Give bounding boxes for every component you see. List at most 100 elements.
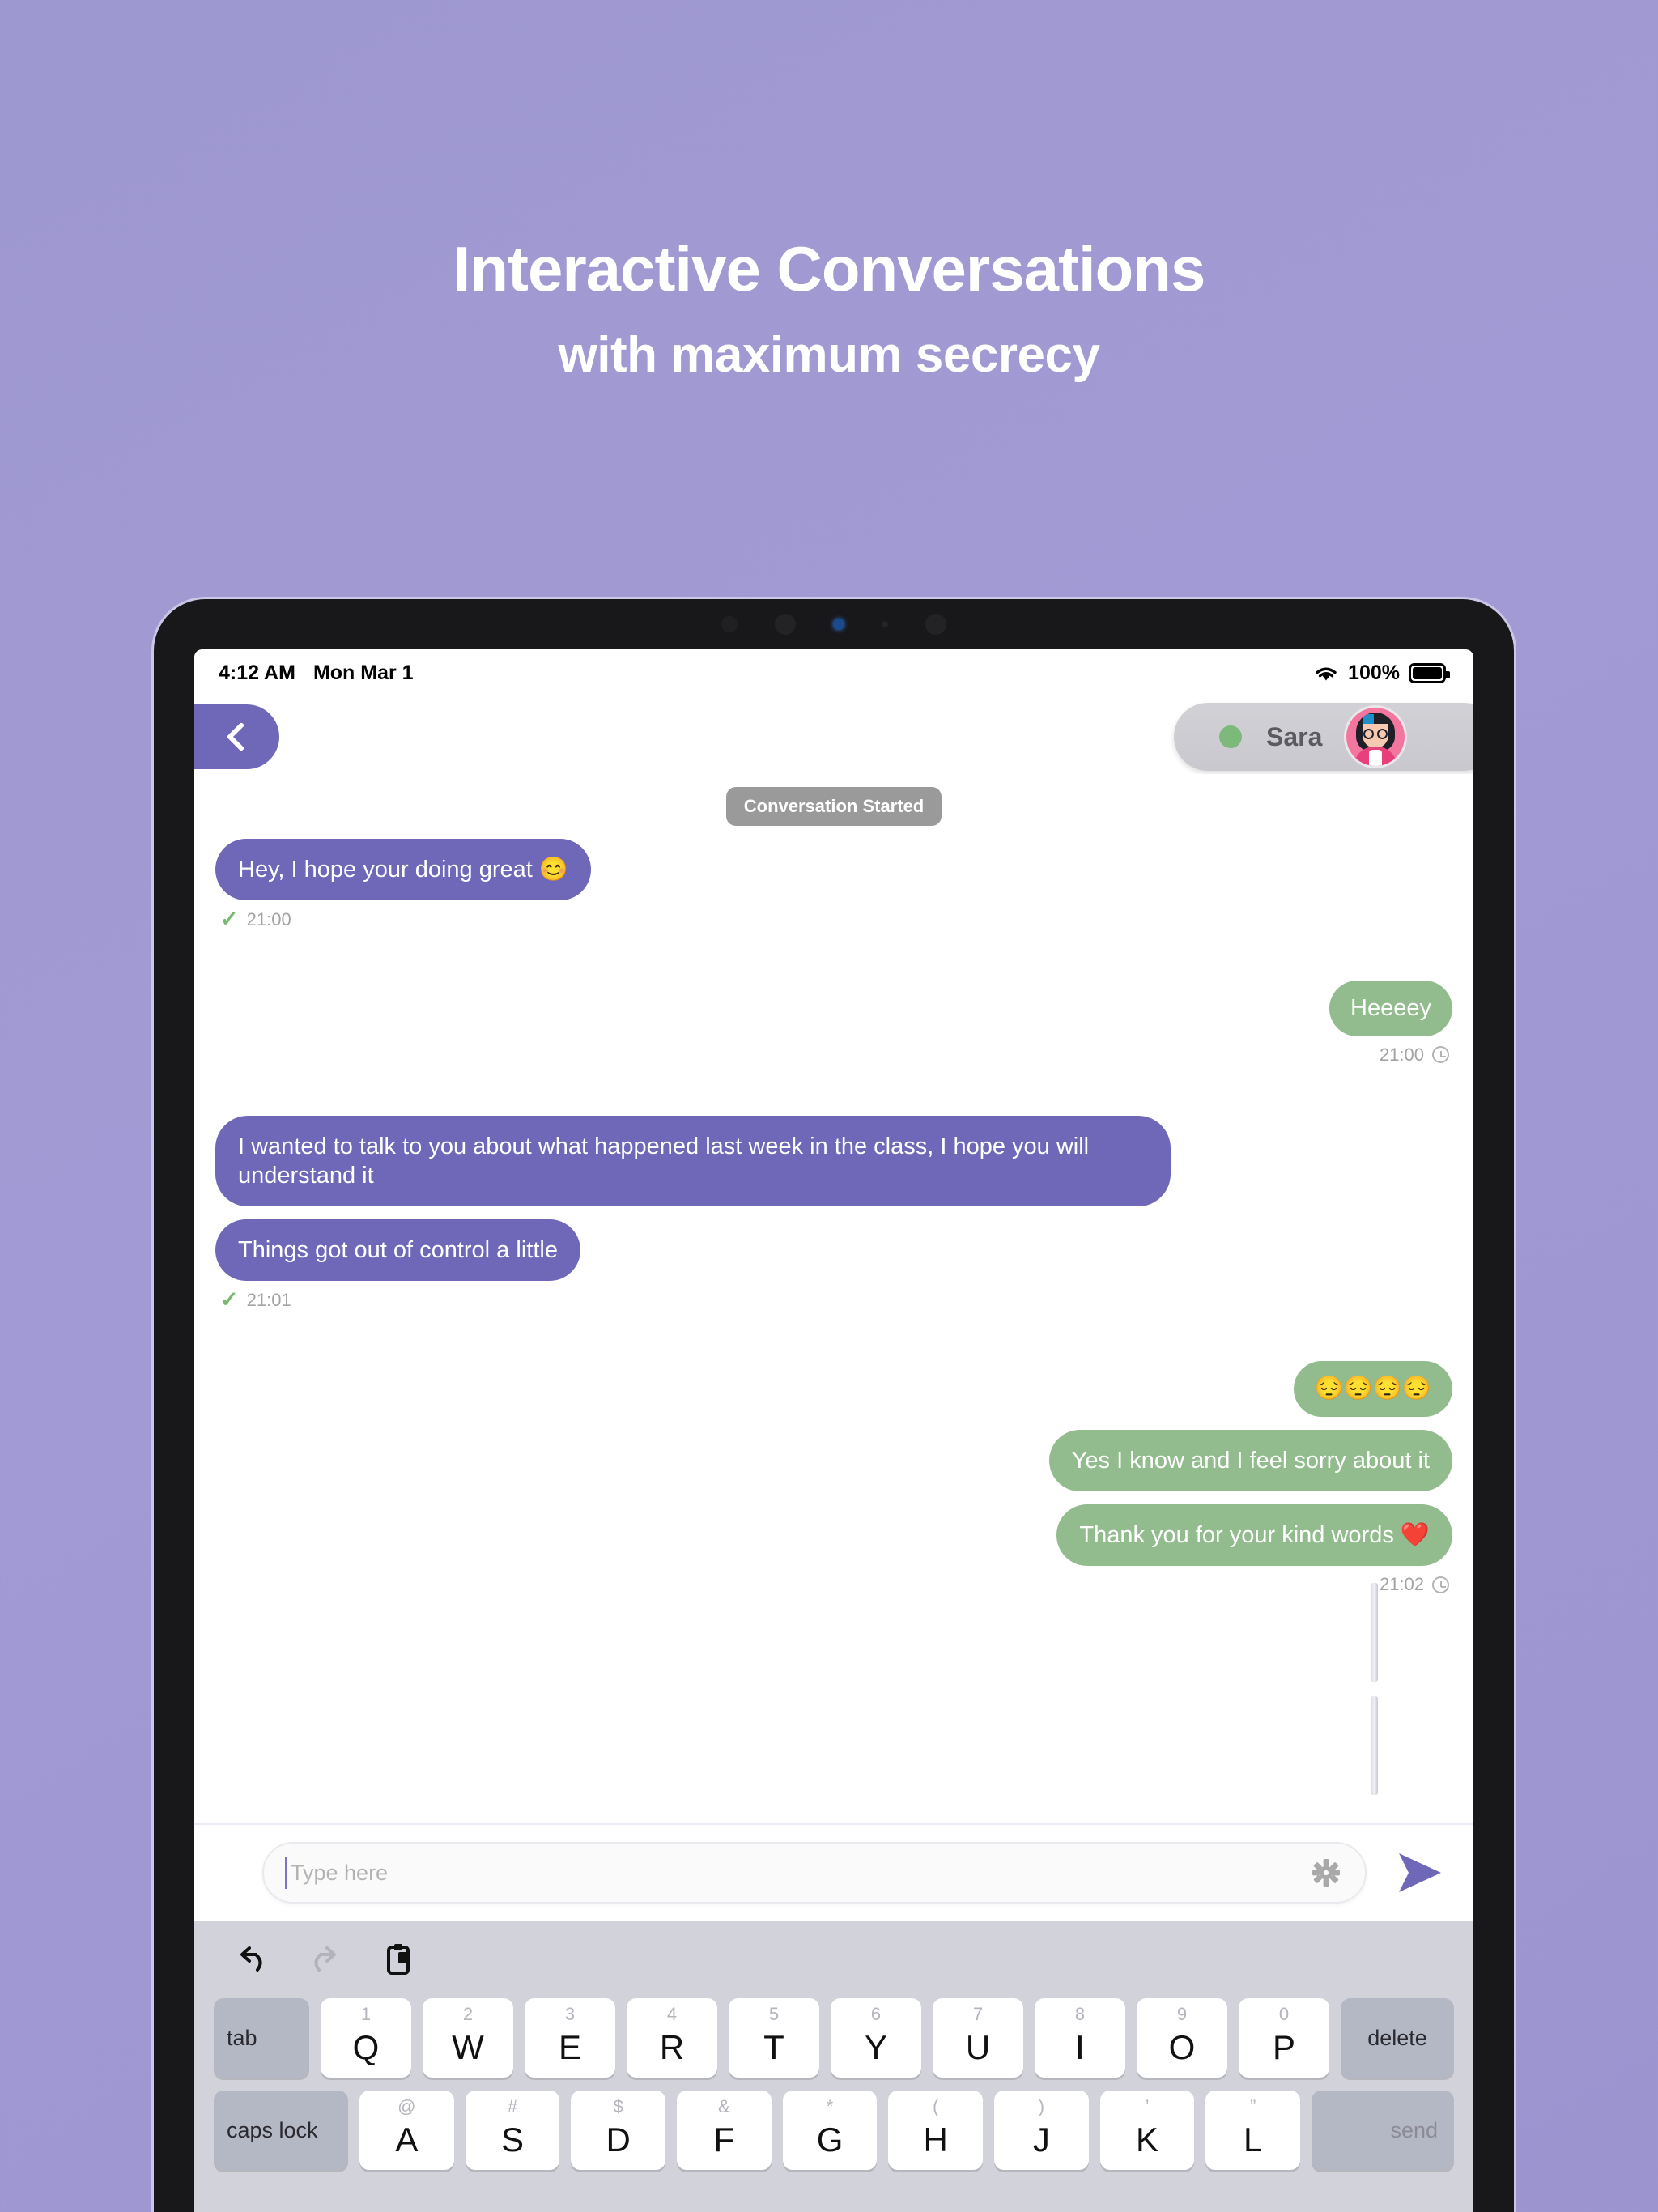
battery-percent-label: 100%: [1348, 661, 1400, 684]
key-send[interactable]: send: [1312, 2091, 1455, 2170]
key-delete[interactable]: delete: [1341, 1998, 1454, 2078]
key-sup: $: [613, 2096, 623, 2116]
key-label: Q: [352, 2028, 380, 2066]
key-label: I: [1075, 2028, 1085, 2066]
message-composer: Type here: [194, 1823, 1473, 1921]
key-j[interactable]: ) J: [994, 2091, 1089, 2170]
key-label: L: [1244, 2121, 1263, 2159]
chevron-left-icon: [226, 721, 257, 752]
key-q[interactable]: 1 Q: [321, 1998, 411, 2078]
back-button[interactable]: [194, 704, 279, 769]
key-u[interactable]: 7 U: [933, 1998, 1023, 2078]
message-bubble[interactable]: Yes I know and I feel sorry about it: [1048, 1429, 1452, 1491]
key-p[interactable]: 0 P: [1239, 1998, 1329, 2078]
on-screen-keyboard: tab 1 Q 2 W 3 E 4 R 5 T 6 Y 7 U 8 I 9 O …: [194, 1921, 1473, 2212]
key-caps-lock[interactable]: caps lock: [214, 2091, 348, 2170]
key-tab[interactable]: tab: [214, 1998, 309, 2078]
message-row: Hey, I hope your doing great 😊: [215, 839, 1452, 901]
keyboard-row-1: tab 1 Q 2 W 3 E 4 R 5 T 6 Y 7 U 8 I 9 O …: [209, 1998, 1459, 2078]
message-list[interactable]: Conversation Started Hey, I hope your do…: [194, 774, 1473, 1823]
key-t[interactable]: 5 T: [729, 1998, 819, 2078]
undo-icon[interactable]: [233, 1941, 270, 1978]
key-i[interactable]: 8 I: [1035, 1998, 1125, 2078]
key-sup: #: [507, 2096, 518, 2116]
message-meta: 21:00: [215, 1044, 1452, 1066]
message-time: 21:01: [246, 1289, 291, 1310]
status-bar-time: 4:12 AM: [219, 661, 295, 684]
key-sup: *: [826, 2096, 834, 2116]
text-caret: [285, 1857, 287, 1889]
message-meta: ✓ 21:00: [215, 908, 1452, 930]
key-w[interactable]: 2 W: [423, 1998, 513, 2078]
key-sup: 9: [1176, 2004, 1188, 2024]
message-bubble[interactable]: Heeeey: [1329, 981, 1452, 1036]
key-g[interactable]: * G: [782, 2091, 878, 2170]
message-bubble[interactable]: Things got out of control a little: [215, 1219, 580, 1282]
key-sup: 4: [666, 2004, 678, 2024]
check-icon: ✓: [220, 1287, 239, 1312]
key-s[interactable]: # S: [465, 2091, 560, 2170]
clock-icon: [1432, 1046, 1449, 1063]
message-meta: ✓ 21:01: [215, 1289, 1452, 1311]
clock-icon: [1432, 1576, 1449, 1593]
promo-title: Interactive Conversations: [453, 233, 1206, 304]
key-label: D: [606, 2121, 631, 2159]
volume-down-button[interactable]: [1371, 1696, 1378, 1795]
peer-profile-pill[interactable]: Sara: [1174, 703, 1473, 771]
key-h[interactable]: ( H: [888, 2091, 984, 2170]
message-bubble[interactable]: Thank you for your kind words ❤️: [1056, 1504, 1452, 1566]
key-a[interactable]: @ A: [359, 2091, 454, 2170]
message-input-placeholder: Type here: [291, 1860, 389, 1885]
key-sup: 3: [564, 2004, 576, 2024]
paste-icon[interactable]: [379, 1941, 416, 1978]
key-o[interactable]: 9 O: [1137, 1998, 1227, 2078]
message-bubble[interactable]: Hey, I hope your doing great 😊: [215, 839, 591, 901]
gear-icon[interactable]: [1308, 1855, 1344, 1891]
key-sup: ’: [1145, 2096, 1150, 2116]
key-k[interactable]: ’ K: [1099, 2091, 1195, 2170]
peer-name-label: Sara: [1266, 721, 1323, 751]
system-badge: Conversation Started: [725, 787, 942, 826]
key-y[interactable]: 6 Y: [831, 1998, 921, 2078]
promo-subtitle: with maximum secrecy: [558, 327, 1100, 384]
message-input[interactable]: Type here: [262, 1842, 1367, 1904]
key-label: H: [923, 2121, 948, 2159]
key-sup: 1: [360, 2004, 372, 2024]
send-button[interactable]: [1394, 1850, 1444, 1895]
keyboard-row-2: caps lock @ A # S $ D & F * G (H) J ’ …: [209, 2091, 1459, 2170]
key-d[interactable]: $ D: [571, 2091, 666, 2170]
key-e[interactable]: 3 E: [525, 1998, 615, 2078]
avatar-collar: [1369, 750, 1383, 766]
avatar[interactable]: [1346, 708, 1405, 766]
status-bar-date: Mon Mar 1: [312, 661, 414, 684]
message-bubble[interactable]: 😔😔😔😔: [1293, 1361, 1452, 1417]
key-label: O: [1168, 2028, 1196, 2066]
key-l[interactable]: ” L: [1205, 2091, 1301, 2170]
key-label: R: [659, 2028, 685, 2066]
message-row: I wanted to talk to you about what happe…: [215, 1115, 1452, 1206]
key-label: A: [395, 2121, 419, 2159]
key-sup: 2: [462, 2004, 474, 2024]
message-meta: 21:02: [215, 1574, 1452, 1595]
key-sup: (: [933, 2096, 939, 2116]
message-bubble[interactable]: I wanted to talk to you about what happe…: [215, 1115, 1171, 1206]
key-label: S: [501, 2121, 525, 2159]
device-sensor-array: [154, 599, 1514, 649]
key-r[interactable]: 4 R: [627, 1998, 717, 2078]
key-label: G: [816, 2121, 844, 2159]
key-sup: 6: [870, 2004, 882, 2024]
message-row: Yes I know and I feel sorry about it: [215, 1429, 1452, 1491]
volume-up-button[interactable]: [1371, 1583, 1378, 1682]
key-label: U: [965, 2028, 991, 2066]
online-status-indicator: [1219, 725, 1242, 748]
battery-full-icon: [1409, 662, 1450, 683]
redo-icon[interactable]: [306, 1941, 343, 1978]
key-label: Y: [864, 2028, 887, 2066]
key-sup: 0: [1278, 2004, 1290, 2024]
wifi-icon: [1313, 663, 1339, 683]
key-f[interactable]: & F: [677, 2091, 772, 2170]
proximity-sensor-icon: [721, 616, 738, 632]
key-sup: ”: [1250, 2096, 1256, 2116]
chat-header: Sara: [194, 696, 1473, 774]
key-sup: 7: [972, 2004, 984, 2024]
